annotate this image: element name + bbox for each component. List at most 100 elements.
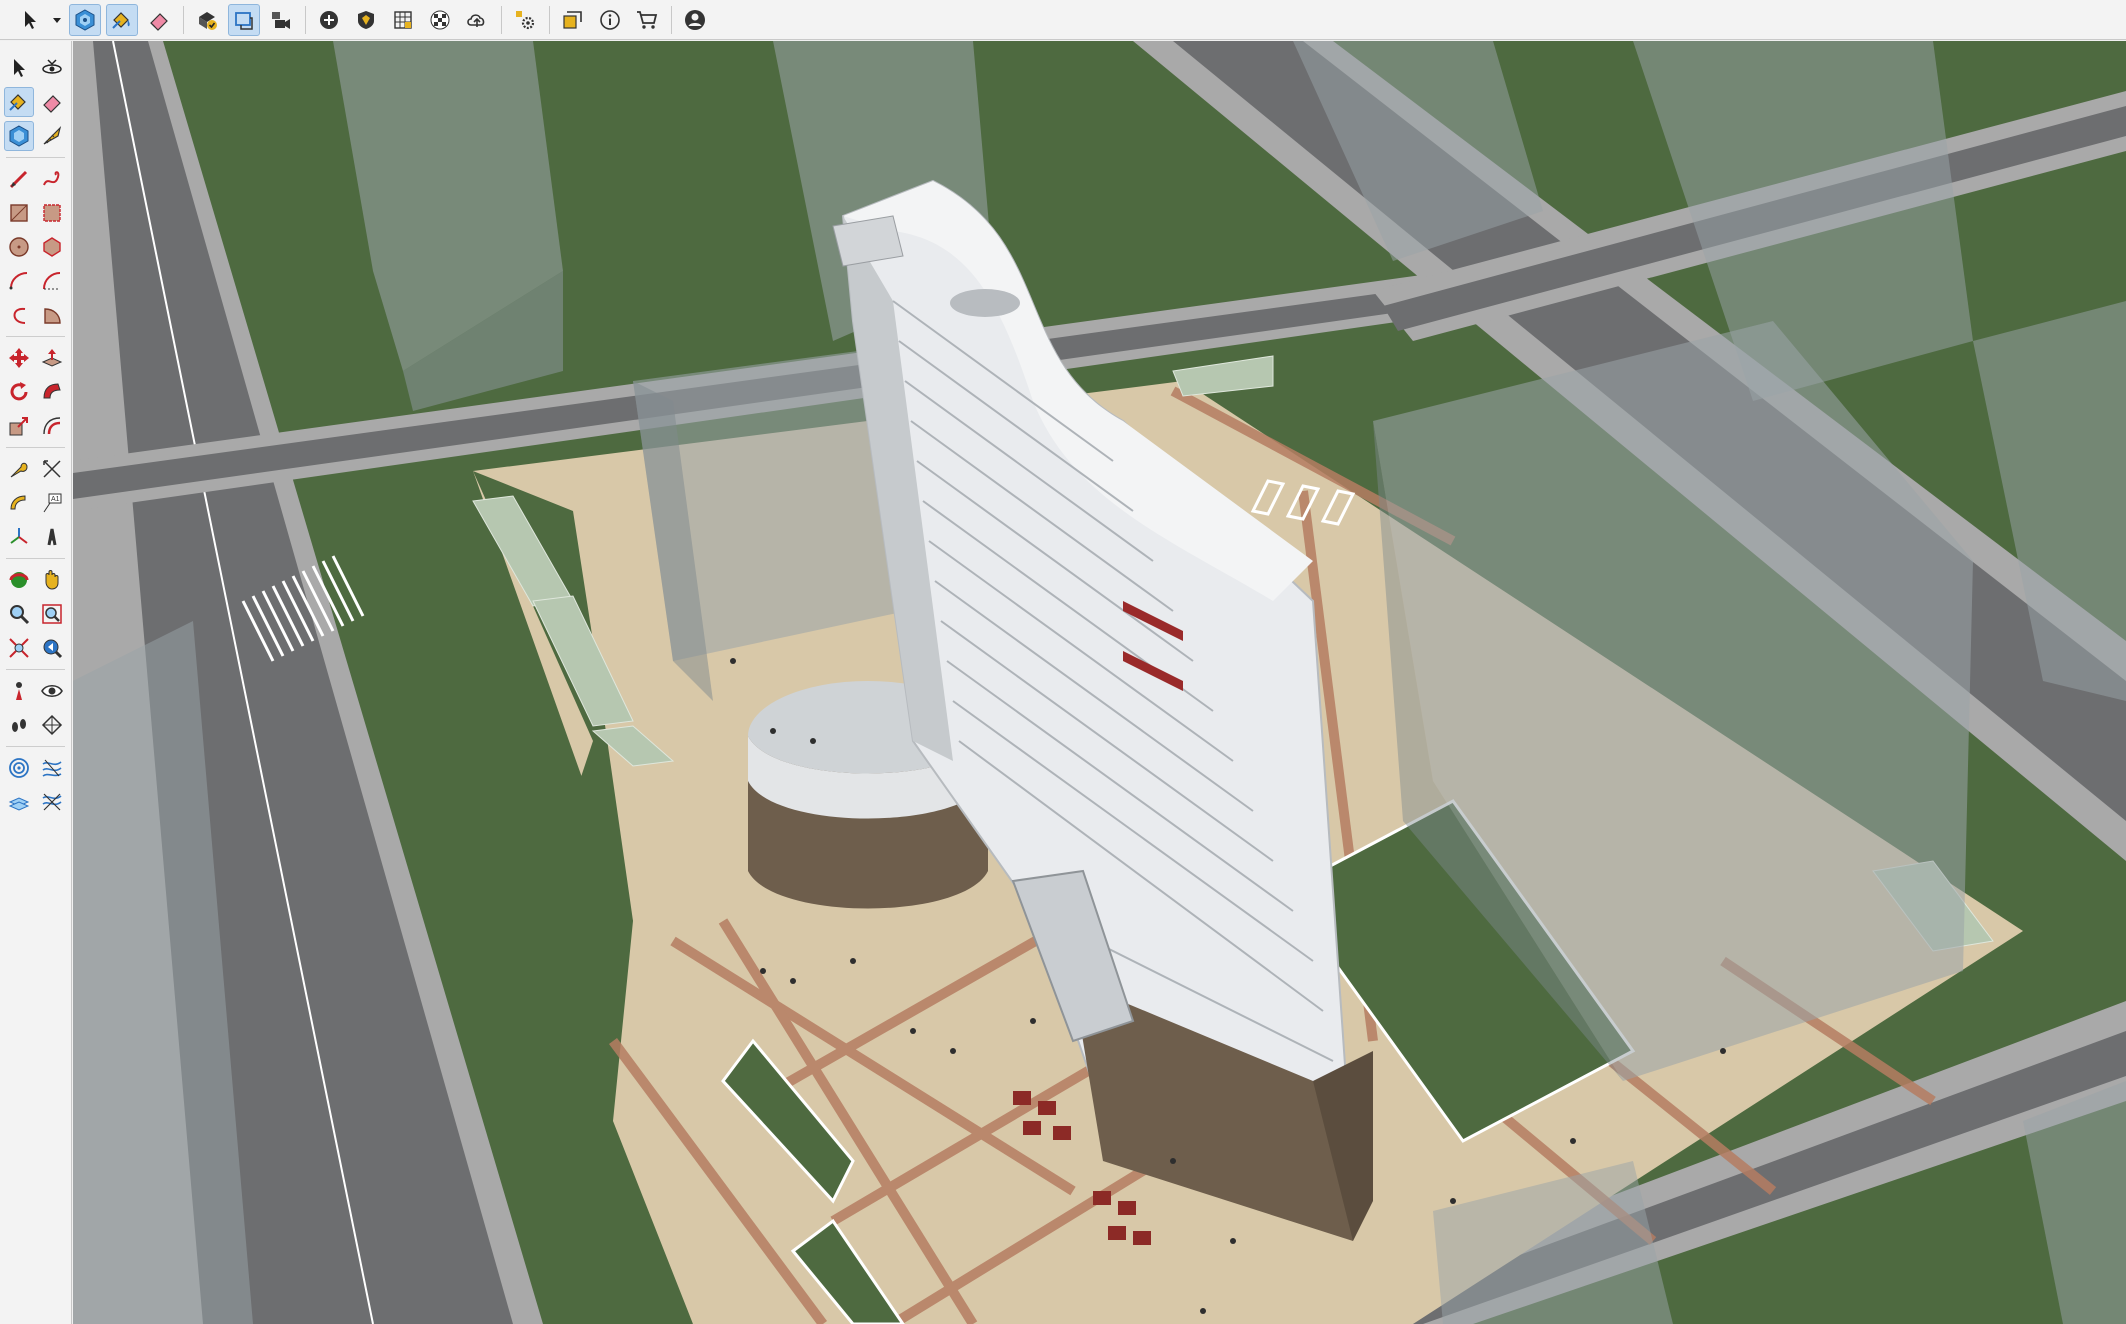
walk-icon [12, 719, 27, 732]
orbit-camera-tool[interactable] [4, 565, 34, 595]
section-plane-button[interactable] [228, 3, 260, 36]
position-camera-tool[interactable] [4, 676, 34, 706]
select-tool-button[interactable] [14, 4, 46, 36]
zoom-extents-tool[interactable] [4, 633, 34, 663]
info-icon [600, 9, 620, 30]
look-around-tool[interactable] [37, 676, 67, 706]
select-tool[interactable] [4, 53, 34, 83]
site-model-scene [73, 41, 2126, 1324]
two-point-arc-tool[interactable] [37, 266, 67, 296]
sandbox-from-contours-icon [9, 758, 30, 778]
section-plane-tool[interactable] [37, 710, 67, 740]
pan-tool[interactable] [37, 565, 67, 595]
tape-measure-tool-2[interactable] [4, 454, 34, 484]
rotated-rectangle-icon [43, 204, 61, 222]
paint-bucket-tool[interactable] [4, 87, 35, 117]
axes-icon [10, 528, 28, 544]
eraser-tool[interactable] [37, 87, 67, 117]
scene-camera-button[interactable] [265, 4, 297, 36]
add-location-button[interactable] [313, 4, 345, 36]
axes-tool[interactable] [4, 522, 34, 552]
move-tool[interactable] [4, 343, 34, 373]
three-point-arc-icon [13, 307, 26, 324]
scene-camera-icon [272, 11, 290, 29]
layers-panel-button[interactable] [557, 4, 589, 36]
zoom-extents-icon [9, 638, 29, 658]
eraser-button[interactable] [143, 4, 175, 36]
components-button[interactable] [69, 3, 101, 36]
info-button[interactable] [594, 4, 626, 36]
sandbox-from-contours-tool[interactable] [4, 753, 34, 783]
sandbox-button[interactable] [387, 4, 419, 36]
extension-store-button[interactable] [631, 4, 663, 36]
protractor-tool[interactable] [4, 488, 34, 518]
offset-tool[interactable] [37, 411, 67, 441]
circle-tool[interactable] [4, 232, 34, 262]
warehouse-check-icon [199, 11, 217, 30]
geolocate-icon [358, 10, 374, 29]
checker-material-icon [430, 10, 450, 29]
component-tool[interactable] [4, 121, 35, 151]
rotate-icon [10, 382, 28, 401]
rectangle-icon [10, 204, 28, 222]
freehand-icon [42, 171, 60, 186]
warehouse-check-button[interactable] [191, 4, 223, 36]
walk-tool[interactable] [4, 710, 34, 740]
zoom-icon [10, 605, 30, 625]
position-camera-icon [16, 682, 23, 700]
pan-hand-icon [45, 570, 59, 590]
line-tool[interactable] [4, 164, 34, 194]
zoom-window-tool[interactable] [37, 599, 67, 629]
follow-me-tool[interactable] [37, 377, 67, 407]
select-tool-icon [25, 10, 36, 29]
orbit-tool[interactable] [37, 53, 67, 83]
sandbox-from-scratch-tool[interactable] [37, 753, 67, 783]
polygon-icon [43, 237, 61, 257]
account-button[interactable] [679, 4, 711, 36]
push-pull-tool[interactable] [37, 343, 67, 373]
circle-icon [9, 237, 29, 257]
geolocate-button[interactable] [350, 4, 382, 36]
rotate-tool[interactable] [4, 377, 34, 407]
components-icon [75, 8, 95, 31]
push-pull-icon [41, 349, 62, 367]
checker-material-button[interactable] [424, 4, 456, 36]
polygon-tool[interactable] [37, 232, 67, 262]
freehand-tool[interactable] [37, 164, 67, 194]
zoom-tool[interactable] [4, 599, 34, 629]
offset-icon [43, 417, 60, 435]
rectangle-tool[interactable] [4, 198, 34, 228]
arc-tool[interactable] [4, 266, 34, 296]
cloud-upload-button[interactable] [461, 4, 493, 36]
tape-measure-tool[interactable] [37, 121, 67, 151]
select-tool-dropdown[interactable] [51, 4, 63, 36]
paint-bucket-button[interactable] [106, 3, 138, 36]
toolbar-separator [6, 558, 65, 559]
pie-tool[interactable] [37, 300, 67, 330]
svg-text:A1: A1 [51, 496, 60, 503]
stamp-tool[interactable] [37, 787, 67, 817]
scale-tool[interactable] [4, 411, 34, 441]
eraser-icon [42, 95, 61, 113]
3d-text-tool[interactable] [37, 522, 67, 552]
dimension-icon [43, 460, 61, 478]
dimension-tool[interactable] [37, 454, 67, 484]
three-point-arc-tool[interactable] [4, 300, 34, 330]
tape-measure-icon [43, 126, 61, 145]
add-location-icon [320, 10, 338, 29]
sandbox-icon [394, 10, 412, 29]
toolbar-separator [305, 5, 306, 34]
paint-bucket-icon [9, 94, 27, 111]
smoove-tool[interactable] [4, 787, 34, 817]
eraser-icon [150, 12, 168, 31]
layers-panel-icon [563, 10, 582, 29]
toolbar-separator [501, 5, 502, 34]
text-tool[interactable]: A1 [37, 488, 67, 518]
zoom-window-icon [42, 604, 62, 624]
rotated-rectangle-tool[interactable] [37, 198, 67, 228]
scale-icon [9, 417, 29, 436]
dropdown-caret-icon [53, 17, 61, 23]
previous-view-tool[interactable] [37, 633, 67, 663]
extension-manager-button[interactable] [509, 4, 541, 36]
model-viewport[interactable] [73, 41, 2126, 1324]
